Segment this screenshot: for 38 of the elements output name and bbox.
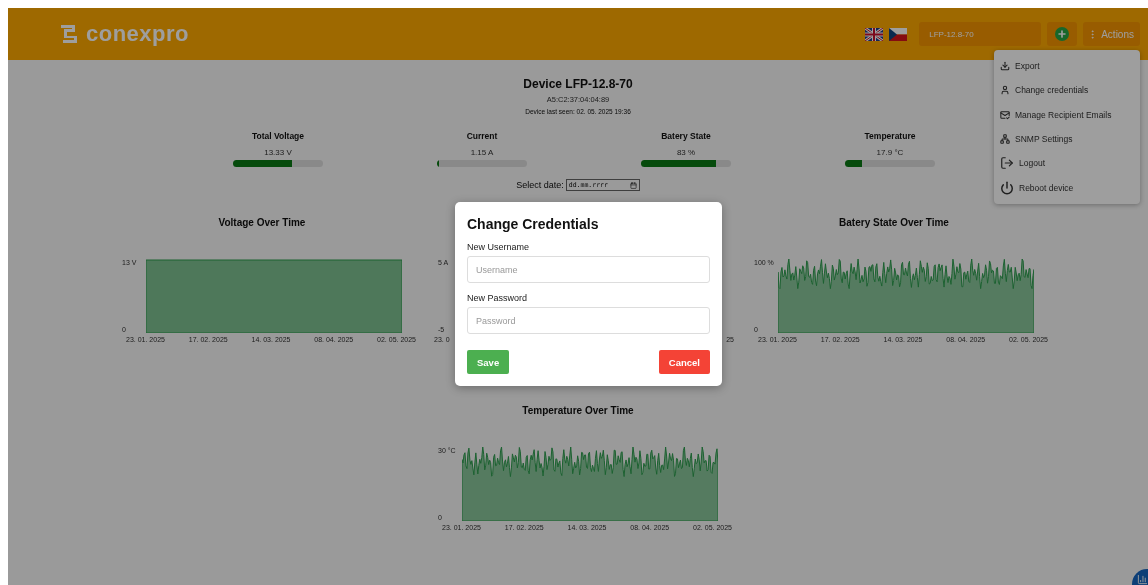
logo-icon — [58, 22, 80, 46]
metric-label: Batery State — [661, 131, 711, 141]
mail-icon — [1000, 109, 1010, 120]
field-label: New Username — [467, 242, 531, 252]
metric-label: Total Voltage — [251, 131, 305, 141]
menu-item[interactable]: Change credentials — [994, 78, 1140, 103]
menu-item[interactable]: Reboot device — [994, 175, 1140, 200]
bar-chart-icon — [1136, 573, 1148, 585]
date-label: Select date: — [516, 180, 564, 190]
logo-text: conexpro — [86, 21, 190, 47]
metric-value: 1.15 A — [470, 148, 494, 157]
menu-item[interactable]: SNMP Settings — [994, 126, 1140, 152]
device-title: Device LFP-12.8-70 — [523, 77, 633, 91]
logout-icon — [1000, 156, 1014, 171]
metric-value: 17.9 °C — [876, 148, 904, 157]
menu-item[interactable]: Logout — [994, 151, 1140, 176]
power-icon — [1000, 180, 1014, 195]
cancel-button[interactable]: Cancel — [658, 350, 710, 374]
user-icon — [1000, 85, 1010, 96]
dialog-title: Change Credentials — [467, 216, 600, 232]
czech-flag-icon[interactable] — [889, 27, 908, 41]
input-field[interactable]: Username — [467, 256, 710, 283]
metric-label: Temperature — [864, 131, 916, 141]
plus-icon — [1055, 27, 1070, 41]
uk-flag-icon[interactable] — [865, 27, 884, 41]
menu-item[interactable]: Manage Recipient Emails — [994, 102, 1140, 127]
chart-title: Voltage Over Time — [218, 217, 306, 229]
menu-item[interactable]: Export — [994, 54, 1140, 79]
chart-title: Temperature Over Time — [522, 405, 634, 417]
metric-value: 83 % — [676, 148, 696, 157]
metric-label: Current — [466, 131, 498, 141]
metric-value: 13.33 V — [264, 148, 292, 157]
input-field[interactable]: Password — [467, 307, 710, 334]
network-icon — [1000, 134, 1010, 145]
chart-title: Batery State Over Time — [839, 217, 949, 229]
field-label: New Password — [467, 293, 529, 303]
download-icon — [1000, 61, 1010, 72]
calendar-icon — [629, 181, 637, 189]
